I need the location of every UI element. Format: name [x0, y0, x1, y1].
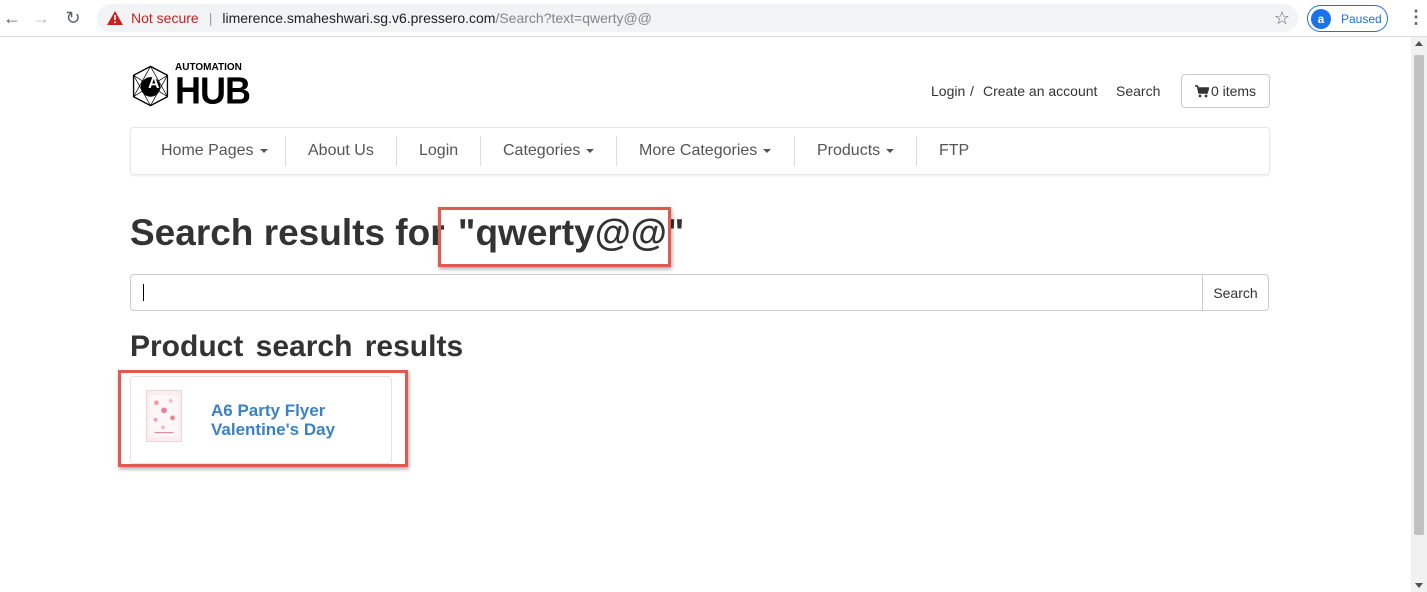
address-bar[interactable]: Not secure | limerence.smaheshwari.sg.v6…	[97, 4, 1298, 32]
main-navbar: Home Pages About Us Login Categories Mor…	[130, 127, 1270, 175]
nav-item-categories[interactable]: Categories	[503, 128, 595, 174]
nav-item-home-pages[interactable]: Home Pages	[161, 128, 268, 174]
text-cursor	[143, 284, 144, 301]
nav-item-label: Home Pages	[161, 142, 254, 159]
kebab-menu-icon[interactable]: ⋮	[1407, 7, 1425, 28]
top-links-separator: /	[970, 83, 974, 99]
title-prefix: Search results for	[130, 212, 455, 253]
logo-big-text: HUB	[175, 68, 251, 112]
nav-item-about-us[interactable]: About Us	[308, 128, 374, 174]
browser-toolbar: ← → ↻ Not secure | limerence.smaheshwari…	[0, 0, 1427, 37]
nav-item-label: More Categories	[639, 142, 758, 159]
cart-label: 0 items	[1210, 83, 1257, 99]
product-results-heading: Product search results	[130, 330, 464, 363]
site-logo[interactable]: A AUTOMATION HUB	[130, 60, 251, 112]
nav-item-products[interactable]: Products	[817, 128, 895, 174]
nav-divider	[480, 136, 481, 166]
back-icon[interactable]: ←	[0, 6, 24, 30]
header-search-link[interactable]: Search	[1116, 83, 1160, 99]
omnibox-separator: |	[208, 10, 213, 26]
profile-status-label: Paused	[1341, 11, 1382, 26]
nav-item-login[interactable]: Login	[419, 128, 458, 174]
profile-button[interactable]: a Paused	[1307, 5, 1388, 32]
nav-divider	[285, 136, 286, 166]
page-scrollbar[interactable]	[1411, 37, 1427, 592]
forward-icon[interactable]: →	[29, 6, 53, 30]
url-path: /Search?text=qwerty@@	[495, 10, 652, 26]
not-secure-label: Not secure	[131, 10, 199, 26]
product-highlight-annotation	[118, 370, 408, 467]
scroll-up-arrow-icon[interactable]	[1415, 41, 1423, 46]
scroll-thumb[interactable]	[1414, 55, 1424, 535]
shopping-cart-icon	[1194, 84, 1209, 97]
logo-letter: A	[148, 75, 160, 92]
logo-wordmark: AUTOMATION HUB	[175, 63, 251, 112]
query-highlight-annotation	[438, 207, 671, 267]
caret-down-icon	[886, 149, 895, 153]
nav-item-label: FTP	[939, 142, 970, 159]
bookmark-star-icon[interactable]: ☆	[1274, 8, 1290, 29]
warning-icon	[107, 11, 123, 25]
nav-divider	[916, 136, 917, 166]
nav-item-label: Categories	[503, 142, 581, 159]
caret-down-icon	[586, 149, 595, 153]
search-form: Search	[130, 274, 1269, 311]
search-input[interactable]	[130, 274, 1203, 311]
cart-button[interactable]: 0 items	[1181, 74, 1270, 108]
nav-item-more-categories[interactable]: More Categories	[639, 128, 772, 174]
nav-item-label: Products	[817, 142, 881, 159]
caret-down-icon	[259, 149, 268, 153]
nav-item-ftp[interactable]: FTP	[939, 128, 969, 174]
login-link[interactable]: Login	[931, 83, 965, 99]
create-account-link[interactable]: Create an account	[983, 83, 1097, 99]
scroll-down-arrow-icon[interactable]	[1415, 583, 1423, 588]
caret-down-icon	[763, 149, 772, 153]
nav-divider	[396, 136, 397, 166]
search-button[interactable]: Search	[1202, 274, 1269, 311]
nav-item-label: Login	[419, 142, 459, 159]
reload-icon[interactable]: ↻	[61, 6, 85, 30]
nav-divider	[794, 136, 795, 166]
profile-avatar-icon: a	[1311, 8, 1331, 29]
url-host: limerence.smaheshwari.sg.v6.pressero.com	[222, 10, 496, 26]
nav-item-label: About Us	[308, 142, 374, 159]
nav-divider	[616, 136, 617, 166]
